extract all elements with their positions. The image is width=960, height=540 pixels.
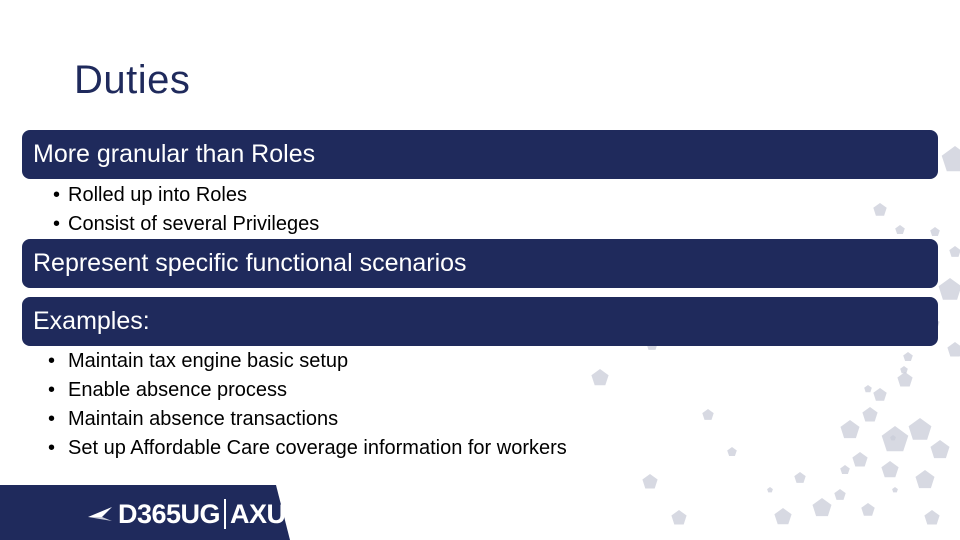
decorative-pentagon [702, 409, 714, 420]
decorative-pentagon [881, 461, 899, 478]
arrow-icon [88, 507, 112, 521]
decorative-pentagon [900, 366, 908, 374]
decorative-pentagon [873, 388, 887, 401]
decorative-pentagon [897, 372, 913, 387]
decorative-pentagon [642, 474, 658, 489]
decorative-pentagon [873, 203, 887, 216]
logo-separator [224, 499, 227, 529]
list-item: • Consist of several Privileges [53, 210, 319, 239]
decorative-pentagon [941, 146, 960, 172]
decorative-pentagon [840, 420, 860, 439]
granular-bullet-list: • Rolled up into Roles • Consist of severa… [53, 181, 319, 239]
logo-d365ug: D365UG [118, 498, 221, 529]
decorative-pentagon [861, 503, 875, 516]
decorative-pentagon [890, 435, 896, 441]
decorative-pentagon [794, 472, 806, 483]
decorative-pentagon [892, 487, 898, 493]
list-item: • Enable absence process [48, 376, 567, 405]
bullet-icon: • [53, 213, 61, 235]
decorative-pentagon [864, 385, 872, 393]
section-heading-granular: More granular than Roles [22, 130, 938, 179]
bullet-icon: • [48, 379, 56, 401]
decorative-pentagon [930, 227, 940, 236]
decorative-pentagon [881, 426, 909, 452]
decorative-pentagon [774, 508, 792, 525]
decorative-pentagon [671, 510, 687, 525]
decorative-pentagon [908, 418, 932, 440]
decorative-pentagon [812, 498, 832, 517]
decorative-pentagon [852, 452, 868, 467]
list-item: • Maintain tax engine basic setup [48, 347, 567, 376]
decorative-pentagon [862, 407, 878, 422]
examples-bullet-list: • Maintain tax engine basic setup • Enable… [48, 347, 567, 463]
decorative-pentagon [834, 489, 846, 500]
section-heading-scenarios: Represent specific functional scenarios [22, 239, 938, 288]
decorative-pentagon [895, 225, 905, 234]
list-item: • Set up Affordable Care coverage informa… [48, 434, 567, 463]
decorative-pentagon [924, 510, 940, 525]
decorative-pentagon [947, 342, 960, 357]
decorative-pentagon [903, 352, 913, 361]
decorative-pentagon [949, 246, 960, 257]
decorative-pentagon [938, 278, 960, 300]
bullet-icon: • [53, 184, 61, 206]
bullet-icon: • [48, 408, 56, 430]
decorative-pentagon [915, 470, 935, 489]
list-item: • Rolled up into Roles [53, 181, 319, 210]
footer-logo: D365UG AXUG [88, 497, 307, 531]
decorative-pentagon [930, 440, 950, 459]
list-item: • Maintain absence transactions [48, 405, 567, 434]
decorative-pentagon [840, 465, 850, 474]
decorative-pentagon [591, 369, 609, 386]
decorative-pentagon [727, 447, 737, 456]
bullet-icon: • [48, 437, 56, 459]
decorative-pentagon [767, 487, 773, 493]
slide-title: Duties [74, 58, 191, 102]
bullet-icon: • [48, 350, 56, 372]
section-heading-examples: Examples: [22, 297, 938, 346]
logo-axug: AXUG [230, 498, 307, 529]
